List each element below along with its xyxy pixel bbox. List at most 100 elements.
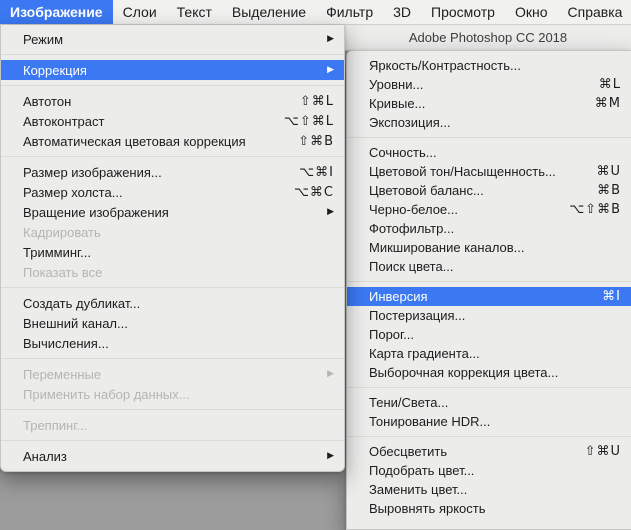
menu-item-label: Яркость/Контрастность... [369, 58, 621, 73]
menubar-item-5[interactable]: 3D [383, 0, 421, 24]
menu-item-label: Тени/Света... [369, 395, 621, 410]
image-menu-item-2-1[interactable]: Автоконтраст⌥⇧⌘L [1, 111, 344, 131]
menu-item-shortcut: ⌘I [602, 289, 621, 304]
image-menu-item-5-0: Переменные ▶ [1, 364, 344, 384]
menu-item-label: Коррекция [23, 63, 309, 78]
menu-item-label: Создать дубликат... [23, 296, 334, 311]
menu-item-label: Показать все [23, 265, 334, 280]
image-menu-item-1-0[interactable]: Коррекция▶ [1, 60, 344, 80]
menubar-item-4[interactable]: Фильтр [316, 0, 383, 24]
submenu-arrow-icon: ▶ [327, 208, 334, 217]
image-menu-item-7-0[interactable]: Анализ▶ [1, 446, 344, 466]
menu-item-label: Вычисления... [23, 336, 334, 351]
menubar-item-7[interactable]: Окно [505, 0, 558, 24]
image-menu-item-3-5: Показать все [1, 262, 344, 282]
menu-item-label: Тонирование HDR... [369, 414, 621, 429]
adjustments-menu-item-0-3[interactable]: Экспозиция... [347, 113, 631, 132]
adjustments-menu-item-1-5[interactable]: Микширование каналов... [347, 238, 631, 257]
menu-item-label: Цветовой баланс... [369, 183, 579, 198]
image-menu-item-3-0[interactable]: Размер изображения... ⌥⌘I [1, 162, 344, 182]
adjustments-menu-item-4-0[interactable]: Обесцветить⇧⌘U [347, 442, 631, 461]
image-menu-item-0-0[interactable]: Режим▶ [1, 29, 344, 49]
adjustments-menu-item-3-0[interactable]: Тени/Света... [347, 393, 631, 412]
adjustments-menu-item-1-2[interactable]: Цветовой баланс...⌘B [347, 181, 631, 200]
image-menu-item-3-4[interactable]: Тримминг... [1, 242, 344, 262]
image-menu-separator-3 [1, 156, 344, 157]
menu-item-shortcut: ⌥⇧⌘L [284, 114, 334, 129]
image-menu-item-3-2[interactable]: Вращение изображения ▶ [1, 202, 344, 222]
menubar-item-8[interactable]: Справка [558, 0, 631, 24]
adjustments-menu-separator-3 [347, 387, 631, 388]
menu-item-label: Уровни... [369, 77, 581, 92]
submenu-arrow-icon: ▶ [327, 370, 334, 379]
menu-item-label: Порог... [369, 327, 621, 342]
image-menu-separator-1 [1, 54, 344, 55]
adjustments-menu-item-2-1[interactable]: Постеризация... [347, 306, 631, 325]
menu-item-label: Применить набор данных... [23, 387, 334, 402]
image-menu-separator-5 [1, 358, 344, 359]
menu-item-label: Выровнять яркость [369, 501, 621, 516]
image-menu-item-4-2[interactable]: Вычисления... [1, 333, 344, 353]
image-menu-item-5-1: Применить набор данных... [1, 384, 344, 404]
menu-item-label: Вращение изображения [23, 205, 309, 220]
adjustments-menu-item-2-0[interactable]: Инверсия ⌘I [347, 287, 631, 306]
image-menu-item-4-0[interactable]: Создать дубликат... [1, 293, 344, 313]
adjustments-menu-item-1-3[interactable]: Черно-белое...⌥⇧⌘B [347, 200, 631, 219]
image-menu-item-3-1[interactable]: Размер холста...⌥⌘C [1, 182, 344, 202]
window-title: Adobe Photoshop CC 2018 [409, 30, 567, 45]
menubar-item-3[interactable]: Выделение [222, 0, 316, 24]
adjustments-menu-item-4-3[interactable]: Выровнять яркость [347, 499, 631, 518]
adjustments-menu-item-1-6[interactable]: Поиск цвета... [347, 257, 631, 276]
adjustments-menu-item-0-1[interactable]: Уровни... ⌘L [347, 75, 631, 94]
menu-item-label: Заменить цвет... [369, 482, 621, 497]
adjustments-menu-item-2-3[interactable]: Карта градиента... [347, 344, 631, 363]
menu-item-label: Инверсия [369, 289, 584, 304]
adjustments-menu-item-4-1[interactable]: Подобрать цвет... [347, 461, 631, 480]
adjustments-menu-separator-2 [347, 281, 631, 282]
menu-item-shortcut: ⌥⌘I [299, 165, 334, 180]
menu-item-label: Автотон [23, 94, 282, 109]
menu-item-label: Кадрировать [23, 225, 334, 240]
adjustments-menu-item-1-4[interactable]: Фотофильтр... [347, 219, 631, 238]
menu-item-shortcut: ⇧⌘L [300, 94, 334, 109]
image-menu-panel: Режим▶Коррекция▶Автотон⇧⌘LАвтоконтраст⌥⇧… [0, 25, 345, 472]
menu-item-shortcut: ⇧⌘B [298, 134, 334, 149]
menubar-item-1[interactable]: Слои [113, 0, 167, 24]
menu-item-shortcut: ⌘U [596, 164, 621, 179]
adjustments-menu-item-2-4[interactable]: Выборочная коррекция цвета... [347, 363, 631, 382]
menu-item-label: Постеризация... [369, 308, 621, 323]
menu-item-label: Карта градиента... [369, 346, 621, 361]
menu-item-label: Тримминг... [23, 245, 334, 260]
adjustments-menu-separator-1 [347, 137, 631, 138]
submenu-arrow-icon: ▶ [327, 35, 334, 44]
image-menu-separator-2 [1, 85, 344, 86]
image-menu-item-4-1[interactable]: Внешний канал... [1, 313, 344, 333]
menubar-item-6[interactable]: Просмотр [421, 0, 505, 24]
adjustments-menu-item-1-0[interactable]: Сочность... [347, 143, 631, 162]
adjustments-menu-item-0-2[interactable]: Кривые...⌘M [347, 94, 631, 113]
adjustments-menu-item-2-2[interactable]: Порог... [347, 325, 631, 344]
image-menu-item-2-2[interactable]: Автоматическая цветовая коррекция⇧⌘B [1, 131, 344, 151]
menu-item-label: Размер изображения... [23, 165, 281, 180]
menubar-item-0[interactable]: Изображение [0, 0, 113, 24]
menu-item-label: Фотофильтр... [369, 221, 621, 236]
image-menu-separator-4 [1, 287, 344, 288]
menu-item-shortcut: ⌘L [599, 77, 621, 92]
adjustments-menu-item-4-2[interactable]: Заменить цвет... [347, 480, 631, 499]
menu-item-label: Анализ [23, 449, 309, 464]
menu-item-label: Выборочная коррекция цвета... [369, 365, 621, 380]
menubar-item-2[interactable]: Текст [167, 0, 222, 24]
adjustments-submenu-panel: Яркость/Контрастность... Уровни... ⌘L Кривы… [346, 50, 631, 530]
adjustments-menu-item-0-0[interactable]: Яркость/Контрастность... [347, 56, 631, 75]
adjustments-menu-item-1-1[interactable]: Цветовой тон/Насыщенность...⌘U [347, 162, 631, 181]
menu-item-shortcut: ⇧⌘U [585, 444, 621, 459]
menu-item-label: Сочность... [369, 145, 621, 160]
adjustments-menu-item-3-1[interactable]: Тонирование HDR... [347, 412, 631, 431]
menu-item-label: Внешний канал... [23, 316, 334, 331]
menu-item-label: Переменные [23, 367, 309, 382]
image-menu-item-2-0[interactable]: Автотон ⇧⌘L [1, 91, 344, 111]
menu-item-label: Экспозиция... [369, 115, 621, 130]
menu-item-label: Размер холста... [23, 185, 276, 200]
menu-item-label: Черно-белое... [369, 202, 551, 217]
image-menu-item-6-0: Треппинг... [1, 415, 344, 435]
